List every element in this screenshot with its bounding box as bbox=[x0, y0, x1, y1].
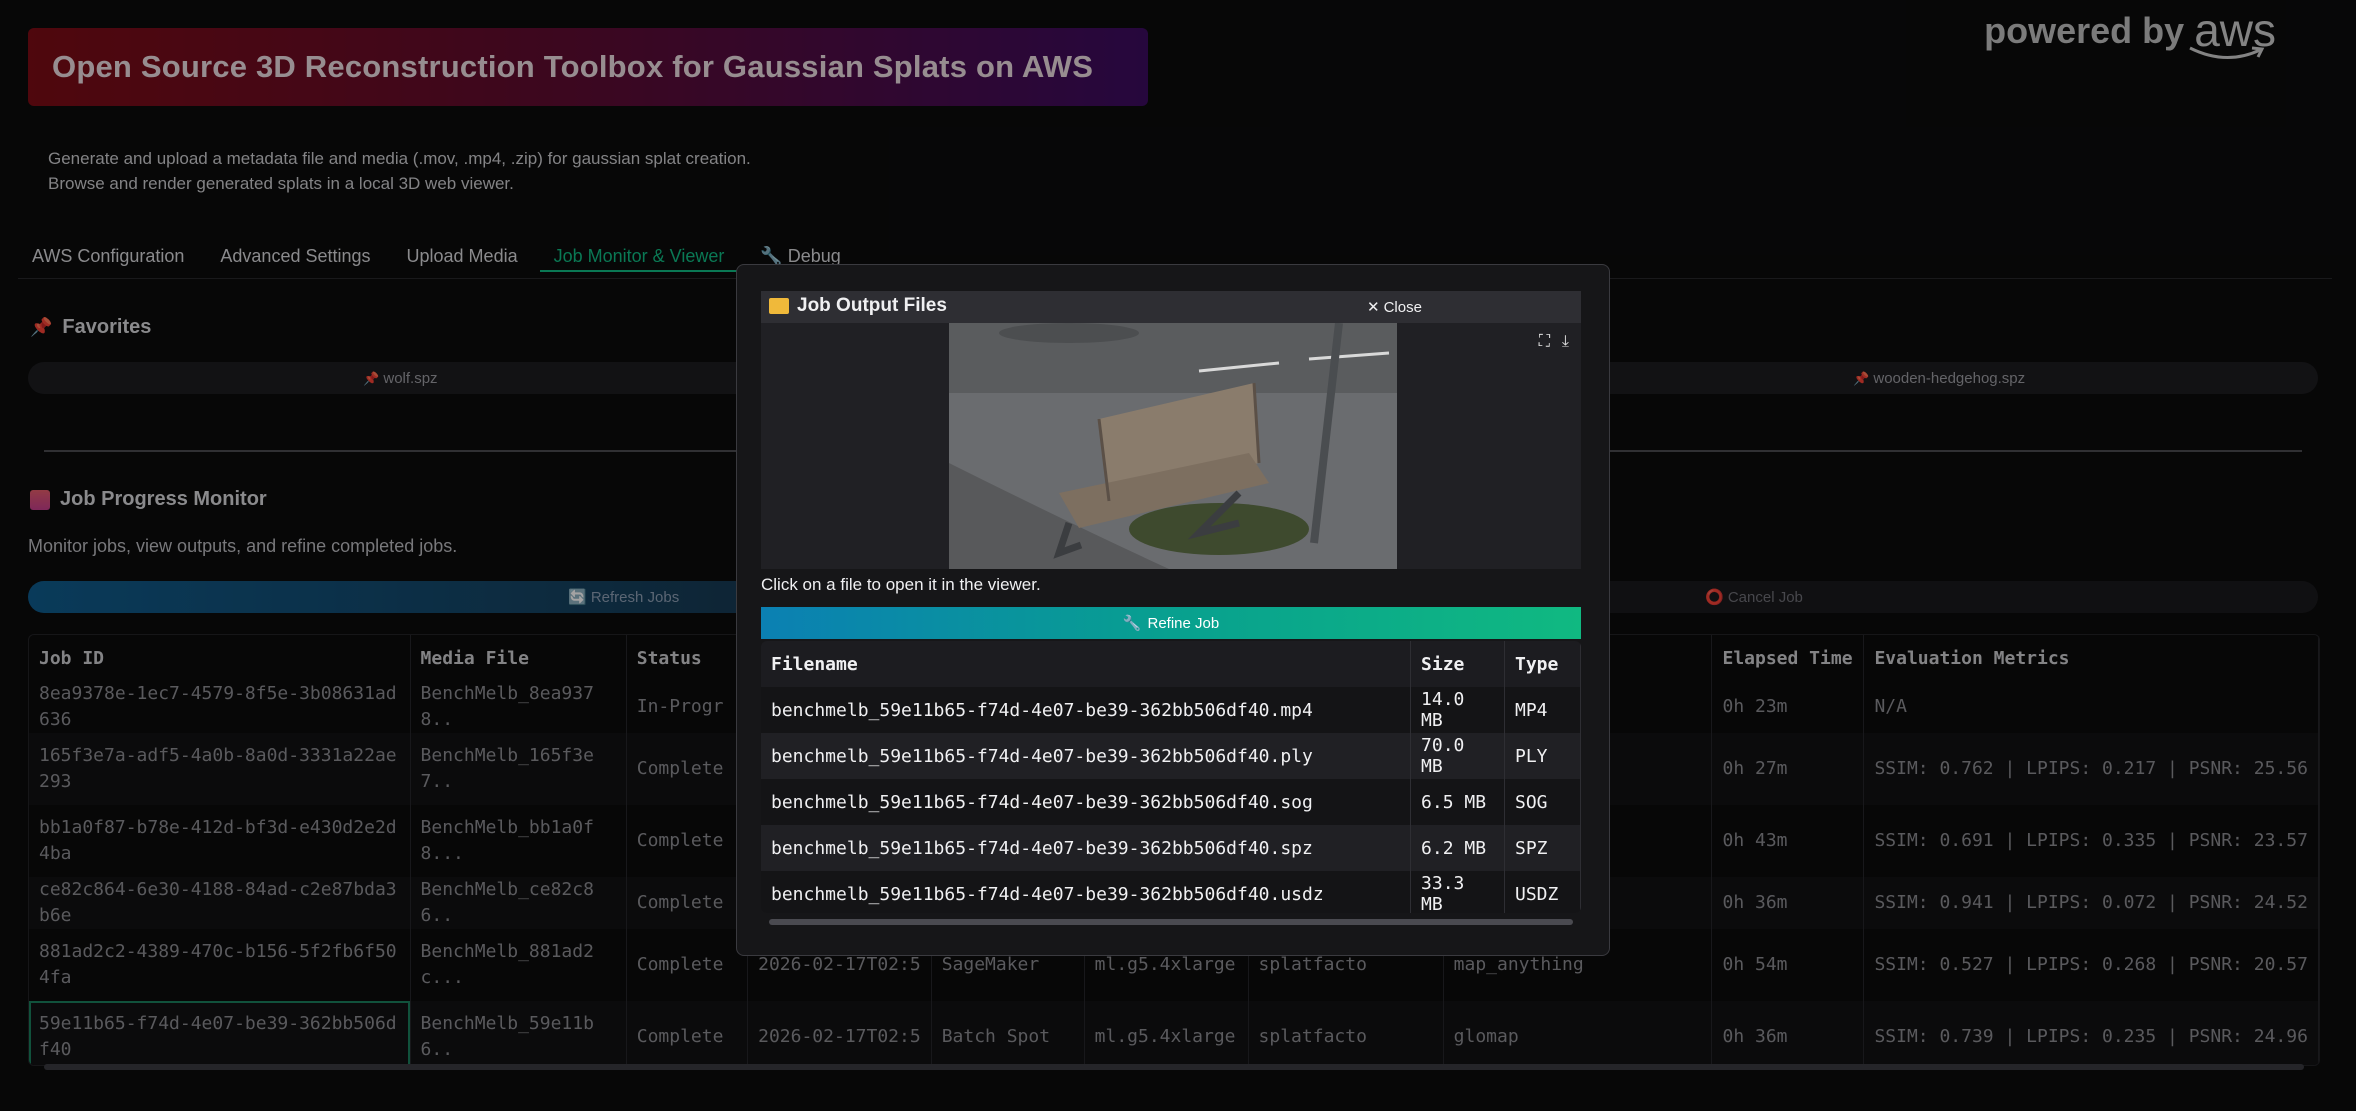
viewer-controls: ⛶ ⤓ bbox=[1539, 333, 1569, 351]
file-type-cell[interactable]: SOG bbox=[1504, 779, 1581, 825]
file-row[interactable]: benchmelb_59e11b65-f74d-4e07-be39-362bb5… bbox=[761, 871, 1581, 913]
download-icon[interactable]: ⤓ bbox=[1562, 333, 1569, 351]
file-size-cell[interactable]: 6.5 MB bbox=[1410, 779, 1505, 825]
file-type-cell[interactable]: MP4 bbox=[1504, 687, 1581, 733]
preview-image bbox=[949, 323, 1397, 569]
file-name-cell[interactable]: benchmelb_59e11b65-f74d-4e07-be39-362bb5… bbox=[761, 733, 1412, 779]
refine-job-label: Refine Job bbox=[1147, 614, 1220, 632]
file-name-cell[interactable]: benchmelb_59e11b65-f74d-4e07-be39-362bb5… bbox=[761, 871, 1412, 913]
file-size-cell[interactable]: 33.3 MB bbox=[1410, 871, 1505, 913]
files-table-scrollbar[interactable] bbox=[769, 919, 1573, 925]
column-header[interactable]: Size bbox=[1410, 641, 1505, 687]
files-header-row: Filename Size Type bbox=[761, 641, 1581, 687]
file-type-cell[interactable]: USDZ bbox=[1504, 871, 1581, 913]
file-name-cell[interactable]: benchmelb_59e11b65-f74d-4e07-be39-362bb5… bbox=[761, 825, 1412, 871]
fullscreen-icon[interactable]: ⛶ bbox=[1539, 333, 1550, 351]
viewer-hint: Click on a file to open it in the viewer… bbox=[761, 575, 1041, 594]
file-size-cell[interactable]: 14.0 MB bbox=[1410, 687, 1505, 733]
file-name-cell[interactable]: benchmelb_59e11b65-f74d-4e07-be39-362bb5… bbox=[761, 779, 1412, 825]
file-type-cell[interactable]: SPZ bbox=[1504, 825, 1581, 871]
file-size-cell[interactable]: 70.0 MB bbox=[1410, 733, 1505, 779]
file-row[interactable]: benchmelb_59e11b65-f74d-4e07-be39-362bb5… bbox=[761, 687, 1581, 733]
wrench-icon: 🔧 bbox=[1122, 615, 1142, 632]
close-button[interactable]: ✕ Close bbox=[1367, 298, 1422, 317]
job-output-files-modal: Job Output Files ✕ Close ⛶ ⤓ Click on a … bbox=[736, 264, 1610, 956]
column-header[interactable]: Filename bbox=[761, 641, 1412, 687]
file-name-cell[interactable]: benchmelb_59e11b65-f74d-4e07-be39-362bb5… bbox=[761, 687, 1412, 733]
output-files-table: Filename Size Type benchmelb_59e11b65-f7… bbox=[761, 641, 1581, 913]
file-row[interactable]: benchmelb_59e11b65-f74d-4e07-be39-362bb5… bbox=[761, 825, 1581, 871]
file-size-cell[interactable]: 6.2 MB bbox=[1410, 825, 1505, 871]
media-viewer[interactable]: ⛶ ⤓ bbox=[761, 323, 1581, 569]
refine-job-button[interactable]: 🔧 Refine Job bbox=[761, 607, 1581, 639]
modal-title-text: Job Output Files bbox=[797, 295, 947, 316]
bench-photo-illustration bbox=[949, 323, 1397, 569]
modal-title: Job Output Files bbox=[769, 295, 947, 317]
close-icon: ✕ bbox=[1367, 299, 1380, 316]
file-type-cell[interactable]: PLY bbox=[1504, 733, 1581, 779]
modal-header: Job Output Files ✕ Close bbox=[761, 291, 1581, 323]
file-row[interactable]: benchmelb_59e11b65-f74d-4e07-be39-362bb5… bbox=[761, 733, 1581, 779]
folder-icon bbox=[769, 298, 789, 314]
column-header[interactable]: Type bbox=[1504, 641, 1581, 687]
file-row[interactable]: benchmelb_59e11b65-f74d-4e07-be39-362bb5… bbox=[761, 779, 1581, 825]
close-label: Close bbox=[1383, 298, 1422, 316]
